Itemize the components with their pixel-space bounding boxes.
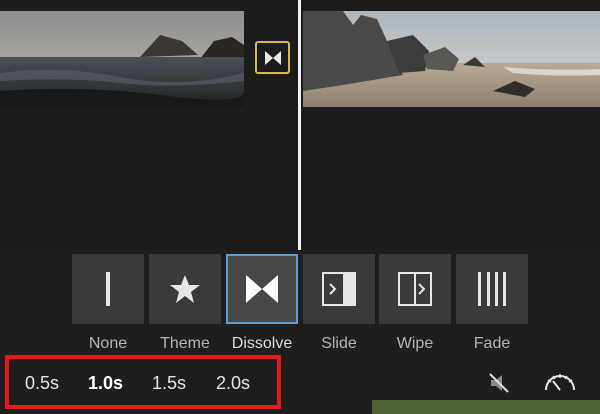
speed-button[interactable]: [542, 366, 578, 401]
clip-left-thumbnail: [0, 11, 244, 107]
duration-option-1-0s[interactable]: 1.0s: [88, 373, 123, 394]
video-clip-right[interactable]: [303, 11, 600, 107]
wipe-icon: [398, 272, 432, 306]
bottom-edge-strip: [372, 400, 600, 414]
transition-slide-button[interactable]: [303, 254, 375, 324]
dissolve-icon: [246, 275, 278, 303]
transition-fade-button[interactable]: [456, 254, 528, 324]
slide-icon: [322, 272, 356, 306]
transition-wipe-label: Wipe: [396, 335, 434, 352]
transition-fade-label: Fade: [473, 335, 511, 352]
transition-marker[interactable]: [255, 41, 290, 74]
duration-option-0-5s[interactable]: 0.5s: [25, 373, 59, 394]
none-icon: [106, 272, 110, 306]
speedometer-icon: [545, 374, 575, 391]
transition-slide-label: Slide: [321, 335, 357, 352]
transition-theme-label: Theme: [160, 335, 210, 352]
video-clip-left[interactable]: [0, 11, 244, 107]
mute-button[interactable]: [488, 372, 510, 399]
mute-icon: [489, 373, 509, 393]
transition-dissolve-button[interactable]: [226, 254, 298, 324]
fade-icon: [478, 272, 506, 306]
playhead[interactable]: [298, 0, 301, 250]
duration-option-1-5s[interactable]: 1.5s: [152, 373, 186, 394]
transition-none-button[interactable]: [72, 254, 144, 324]
transition-none-label: None: [88, 335, 128, 352]
star-icon: [170, 275, 200, 303]
transition-wipe-button[interactable]: [379, 254, 451, 324]
transition-dissolve-label: Dissolve: [231, 335, 293, 352]
clip-right-thumbnail: [303, 11, 600, 107]
transition-theme-button[interactable]: [149, 254, 221, 324]
dissolve-icon: [265, 51, 281, 65]
duration-option-2-0s[interactable]: 2.0s: [216, 373, 250, 394]
timeline[interactable]: [0, 0, 600, 250]
